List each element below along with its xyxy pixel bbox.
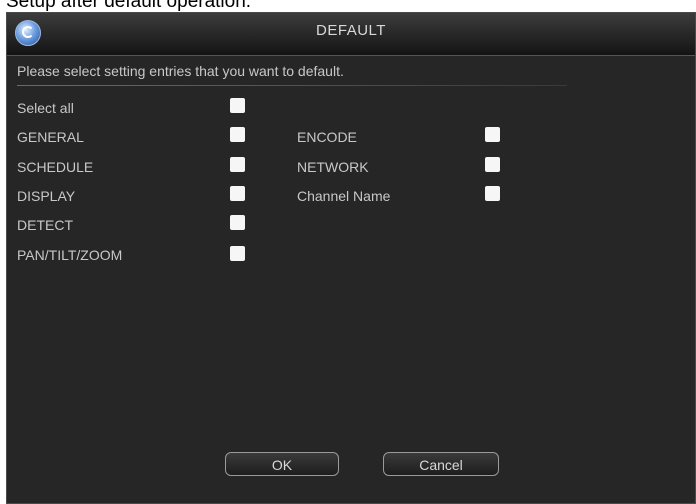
ptz-label: PAN/TILT/ZOOM: [17, 247, 123, 263]
network-checkbox[interactable]: [485, 157, 500, 172]
display-checkbox[interactable]: [230, 186, 245, 201]
page-caption: Setup after default operation.: [6, 0, 252, 12]
select-all-checkbox[interactable]: [230, 98, 245, 113]
dialog-title: DEFAULT: [316, 22, 386, 39]
general-label: GENERAL: [17, 129, 84, 145]
cancel-button[interactable]: Cancel: [383, 452, 499, 476]
title-bar: DEFAULT: [7, 13, 695, 56]
display-label: DISPLAY: [17, 188, 76, 204]
schedule-label: SCHEDULE: [17, 159, 94, 175]
ptz-checkbox[interactable]: [230, 246, 245, 261]
ok-button[interactable]: OK: [225, 452, 339, 476]
channel-name-checkbox[interactable]: [485, 186, 500, 201]
encode-label: ENCODE: [297, 129, 357, 145]
separator: [17, 85, 567, 86]
prompt-text: Please select setting entries that you w…: [17, 63, 344, 79]
schedule-checkbox[interactable]: [230, 157, 245, 172]
general-checkbox[interactable]: [230, 127, 245, 142]
encode-checkbox[interactable]: [485, 127, 500, 142]
channel-name-label: Channel Name: [297, 188, 391, 204]
network-label: NETWORK: [297, 159, 369, 175]
default-dialog: DEFAULT Please select setting entries th…: [6, 12, 696, 504]
detect-label: DETECT: [17, 217, 73, 233]
select-all-label: Select all: [17, 100, 74, 116]
detect-checkbox[interactable]: [230, 215, 245, 230]
